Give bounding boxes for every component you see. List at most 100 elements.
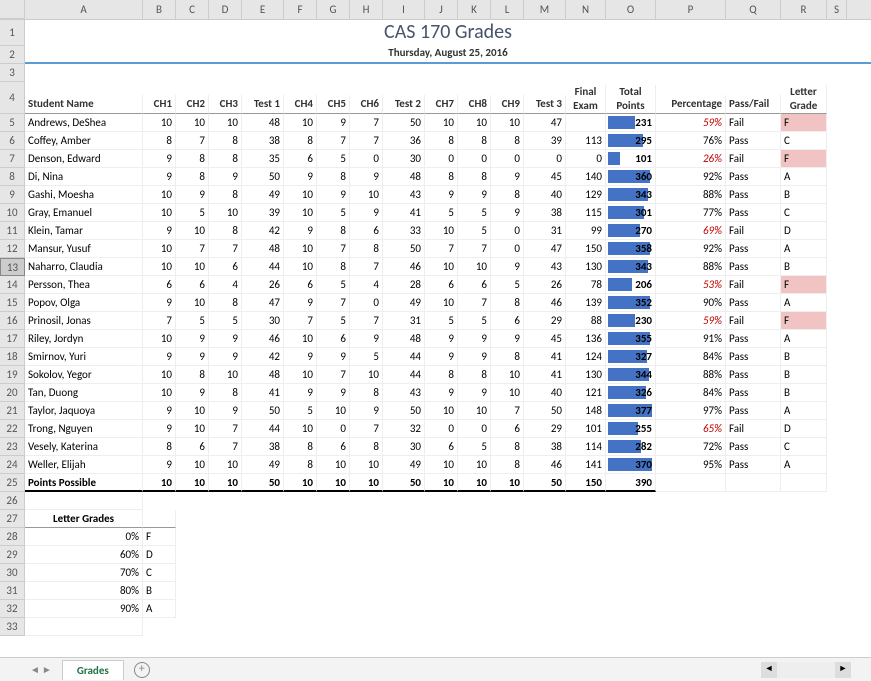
cell-points-bar[interactable]: 230 — [606, 312, 656, 330]
cell[interactable]: 10 — [143, 474, 176, 492]
cell[interactable]: 26 — [524, 276, 566, 294]
cell-grade[interactable]: F — [781, 114, 827, 132]
col-header[interactable]: E — [242, 0, 284, 19]
cell-grade-letter[interactable]: B — [143, 582, 176, 600]
cell[interactable]: 41 — [383, 204, 425, 222]
col-header[interactable]: P — [656, 0, 726, 19]
cell-grade[interactable]: B — [781, 258, 827, 276]
cell[interactable]: 10 — [350, 186, 383, 204]
cell[interactable]: 7 — [176, 240, 209, 258]
cell[interactable]: 10 — [176, 114, 209, 132]
cell[interactable]: 45 — [524, 168, 566, 186]
cell-pf[interactable]: Fail — [726, 114, 781, 132]
cell-points-bar[interactable]: 358 — [606, 240, 656, 258]
cell[interactable]: 5 — [458, 222, 491, 240]
cell-final[interactable] — [566, 114, 606, 132]
cell-grade[interactable]: C — [781, 438, 827, 456]
cell-grade[interactable]: A — [781, 402, 827, 420]
col-header[interactable]: A — [25, 0, 143, 19]
cell-pct[interactable]: 72% — [656, 438, 726, 456]
cell-points-bar[interactable]: 352 — [606, 294, 656, 312]
row-header[interactable]: 30 — [0, 564, 25, 582]
tab-prev-icon[interactable]: ◄ — [30, 663, 40, 676]
cell-final[interactable]: 99 — [566, 222, 606, 240]
cell-final[interactable]: 114 — [566, 438, 606, 456]
cell-final[interactable]: 140 — [566, 168, 606, 186]
cell[interactable]: 46 — [383, 258, 425, 276]
cell[interactable]: 5 — [176, 312, 209, 330]
cell[interactable]: 10 — [425, 474, 458, 492]
cell[interactable]: 7 — [284, 312, 317, 330]
cell[interactable]: 0 — [317, 420, 350, 438]
cell[interactable]: 7 — [317, 366, 350, 384]
cell-pf[interactable]: Pass — [726, 348, 781, 366]
cell[interactable]: 8 — [209, 186, 242, 204]
col-header[interactable]: R — [781, 0, 827, 19]
cell[interactable]: 9 — [176, 348, 209, 366]
col-header[interactable]: C — [176, 0, 209, 19]
cell-points-bar[interactable]: 343 — [606, 258, 656, 276]
cell[interactable]: 10 — [284, 420, 317, 438]
cell-final[interactable]: 130 — [566, 366, 606, 384]
cell[interactable]: 10 — [284, 240, 317, 258]
row-header[interactable]: 6 — [0, 132, 25, 150]
cell[interactable]: 45 — [524, 330, 566, 348]
cell[interactable]: 40 — [524, 186, 566, 204]
cell[interactable]: 9 — [143, 222, 176, 240]
cell-final[interactable]: 150 — [566, 240, 606, 258]
cell[interactable]: 50 — [524, 402, 566, 420]
cell-name[interactable]: Smirnov, Yuri — [25, 348, 143, 366]
cell[interactable]: 7 — [458, 294, 491, 312]
cell[interactable]: 7 — [317, 294, 350, 312]
cell[interactable]: 6 — [284, 150, 317, 168]
cell-pf[interactable]: Fail — [726, 276, 781, 294]
cell[interactable]: 7 — [176, 132, 209, 150]
cell[interactable]: 10 — [350, 456, 383, 474]
cell[interactable]: 32 — [383, 420, 425, 438]
cell[interactable]: 0 — [350, 150, 383, 168]
cell[interactable]: 9 — [176, 186, 209, 204]
cell[interactable]: 8 — [317, 168, 350, 186]
row-header[interactable]: 11 — [0, 222, 25, 240]
cell-points-bar[interactable]: 270 — [606, 222, 656, 240]
cell[interactable]: 6 — [284, 276, 317, 294]
cell[interactable]: 10 — [458, 402, 491, 420]
cell[interactable]: 6 — [209, 258, 242, 276]
cell[interactable]: 10 — [176, 258, 209, 276]
cell[interactable]: 10 — [425, 258, 458, 276]
col-header[interactable]: M — [524, 0, 566, 19]
row-header[interactable]: 21 — [0, 402, 25, 420]
cell-grade-letter[interactable]: D — [143, 546, 176, 564]
cell-final[interactable]: 136 — [566, 330, 606, 348]
cell-points-bar[interactable]: 377 — [606, 402, 656, 420]
row-header[interactable]: 5 — [0, 114, 25, 132]
cell[interactable]: 40 — [524, 384, 566, 402]
cell[interactable]: 10 — [491, 384, 524, 402]
cell[interactable]: 10 — [143, 330, 176, 348]
cell[interactable]: 47 — [524, 240, 566, 258]
cell[interactable]: 36 — [383, 132, 425, 150]
cell[interactable]: 5 — [284, 402, 317, 420]
cell[interactable]: 10 — [176, 402, 209, 420]
cell-name[interactable]: Denson, Edward — [25, 150, 143, 168]
cell[interactable]: 10 — [491, 366, 524, 384]
cell-points-bar[interactable]: 355 — [606, 330, 656, 348]
cell[interactable]: 8 — [317, 222, 350, 240]
cell-pct[interactable]: 97% — [656, 402, 726, 420]
row-header[interactable]: 17 — [0, 330, 25, 348]
cell[interactable]: 50 — [383, 474, 425, 492]
cell[interactable]: 10 — [176, 222, 209, 240]
cell[interactable]: 10 — [491, 114, 524, 132]
cell[interactable]: 48 — [383, 330, 425, 348]
cell[interactable]: 9 — [458, 348, 491, 366]
cell-grade[interactable]: B — [781, 348, 827, 366]
cell-grade-pct[interactable]: 90% — [25, 600, 143, 618]
cell[interactable]: 29 — [524, 312, 566, 330]
cell[interactable]: 48 — [383, 168, 425, 186]
cell-pf[interactable]: Pass — [726, 168, 781, 186]
cell-pf[interactable]: Pass — [726, 204, 781, 222]
cell[interactable]: 33 — [383, 222, 425, 240]
cell[interactable]: 10 — [284, 204, 317, 222]
col-header[interactable]: I — [383, 0, 425, 19]
cell-name[interactable]: Weller, Elijah — [25, 456, 143, 474]
